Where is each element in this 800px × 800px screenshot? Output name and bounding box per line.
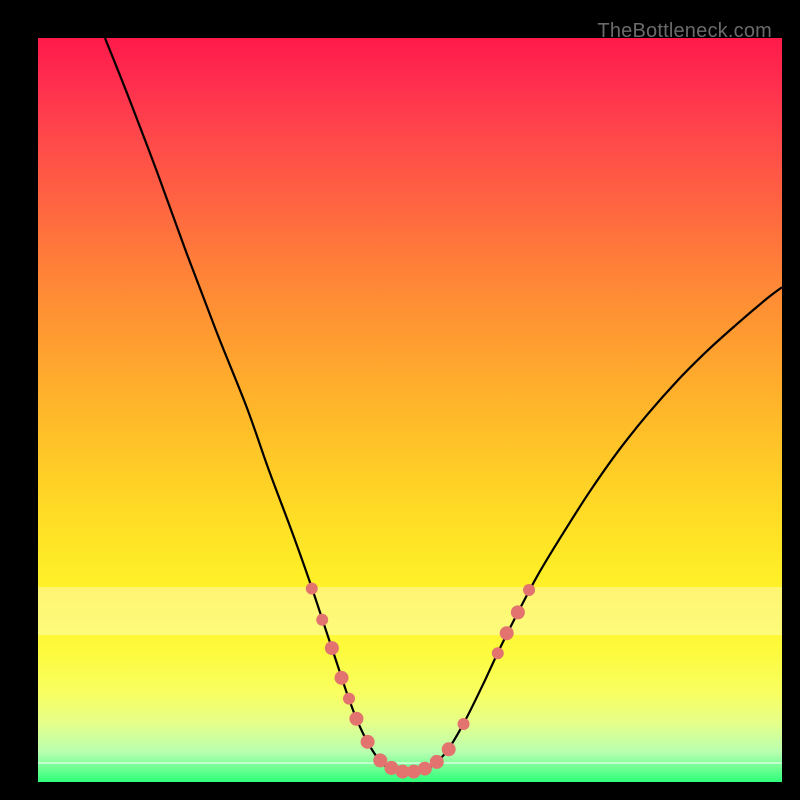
data-dot [316, 614, 328, 626]
data-dot [523, 584, 535, 596]
data-dot [361, 735, 375, 749]
data-dot [343, 693, 355, 705]
plot-area [38, 38, 782, 782]
data-dot [335, 671, 349, 685]
data-dot [500, 626, 514, 640]
data-dot [430, 755, 444, 769]
chart-svg [38, 38, 782, 782]
data-dot [511, 605, 525, 619]
chart-frame: TheBottleneck.com [10, 10, 790, 790]
bottleneck-curve [105, 38, 782, 773]
data-dot [306, 583, 318, 595]
data-dot [418, 762, 432, 776]
data-dots [306, 583, 535, 779]
data-dot [442, 742, 456, 756]
data-dot [492, 647, 504, 659]
data-dot [325, 641, 339, 655]
data-dot [349, 712, 363, 726]
data-dot [458, 718, 470, 730]
